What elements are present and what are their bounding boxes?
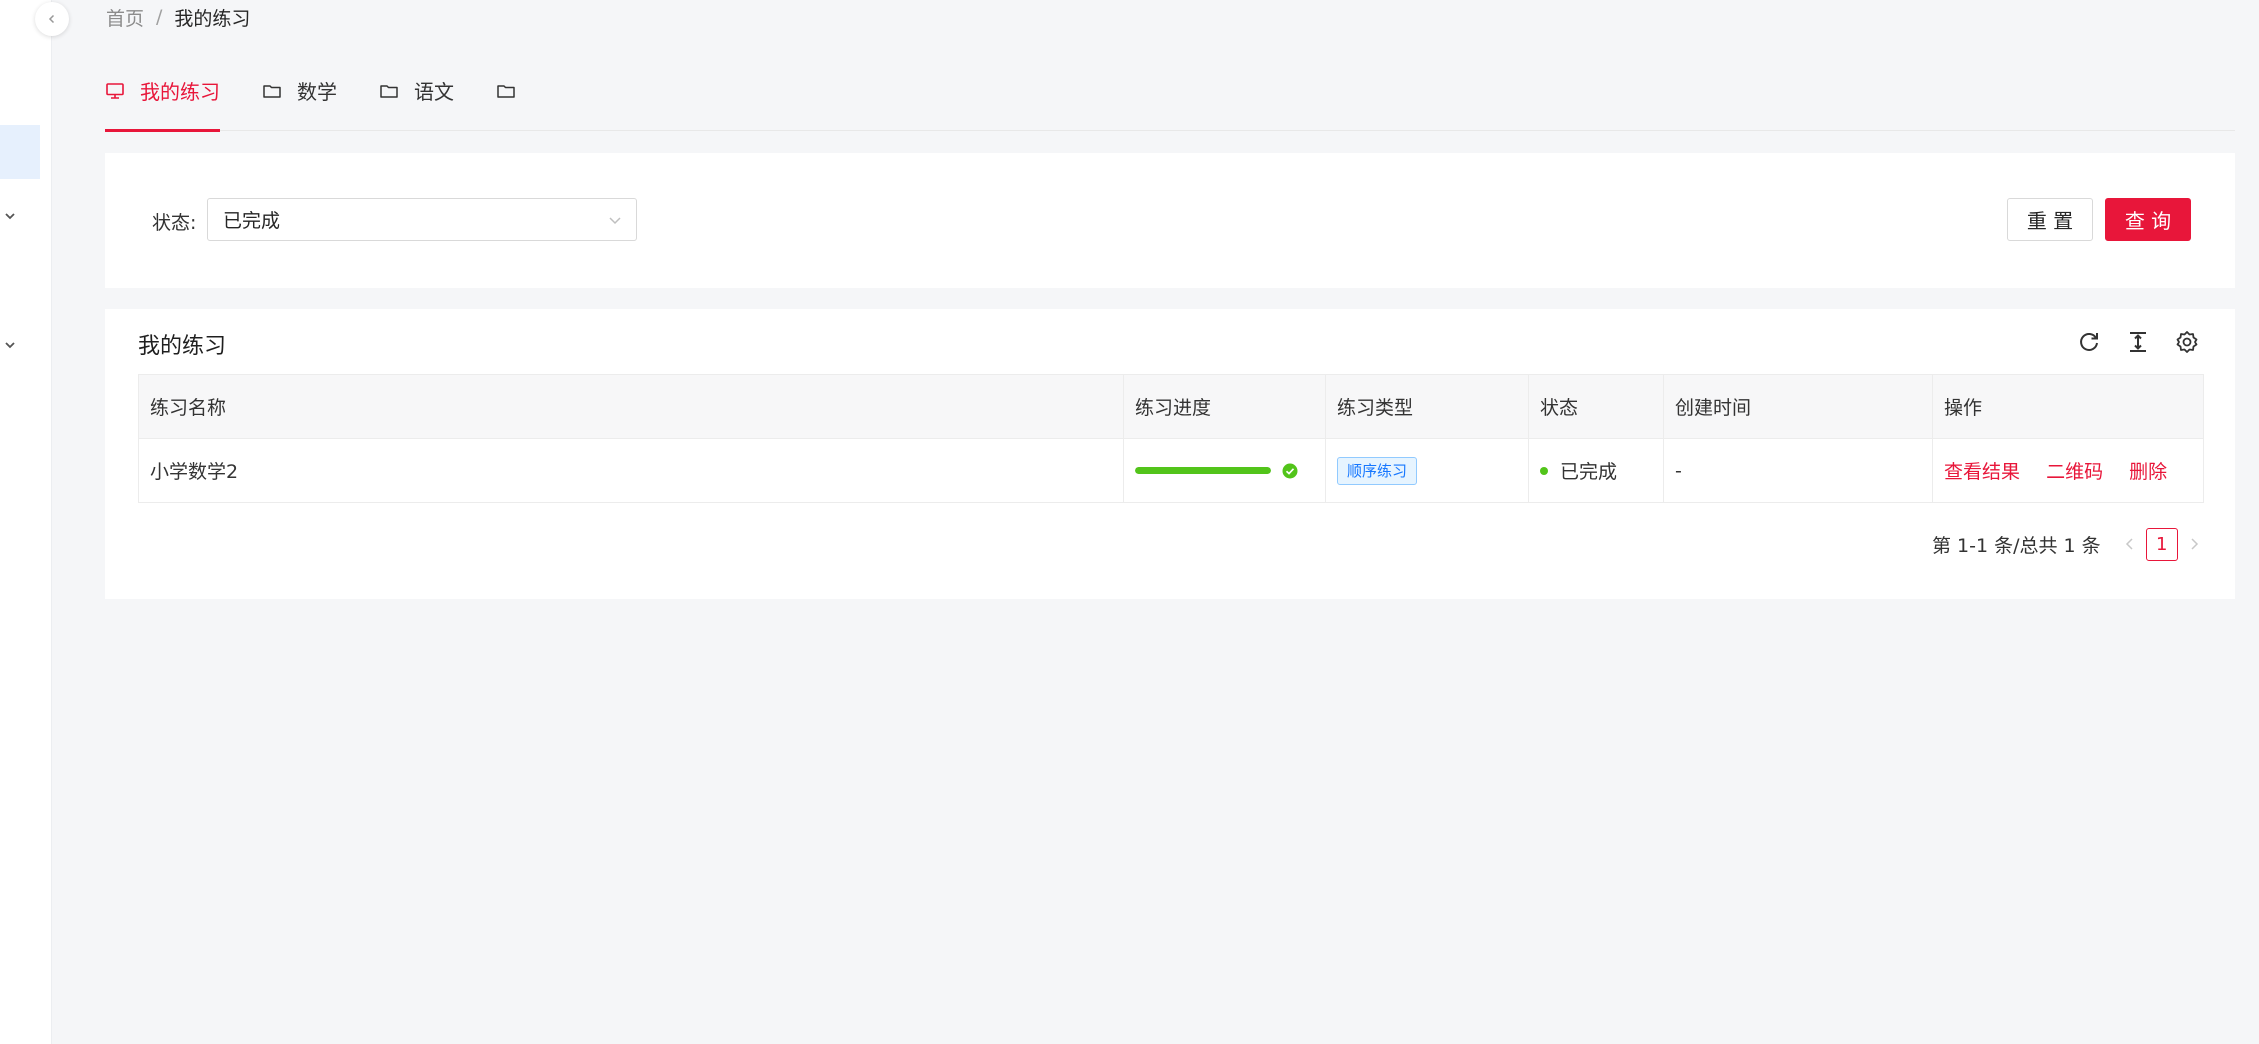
reload-icon[interactable] [2076,329,2102,355]
tab-label: 数学 [297,80,337,104]
prev-page-icon[interactable] [2120,534,2140,554]
tab-chinese[interactable]: 语文 [379,70,454,131]
breadcrumb: 首页 / 我的练习 [106,4,250,30]
created-time: - [1663,438,1933,503]
column-header-progress: 练习进度 [1123,374,1326,439]
table-header-row: 练习名称 练习进度 练习类型 状态 创建时间 操作 [138,374,2204,439]
table-title: 我的练习 [138,334,227,359]
tab-label: 语文 [414,80,454,104]
status-filter-label: 状态: [152,212,197,234]
status-text: 已完成 [1560,461,1618,483]
progress-cell [1123,438,1326,503]
column-header-type: 练习类型 [1325,374,1529,439]
column-header-actions: 操作 [1932,374,2204,439]
practice-table-card: 我的练习 练习名称 练习进度 练习类型 状态 创建时间 操作 小学数学2 顺序练… [105,309,2235,599]
folder-icon [263,84,281,98]
folder-icon [380,84,398,98]
tab-label: 我的练习 [140,80,220,104]
view-result-link[interactable]: 查看结果 [1944,461,2020,483]
pagination-total: 第 1-1 条/总共 1 条 [1932,534,2101,557]
chevron-down-icon[interactable] [2,208,18,224]
tab-my-practice[interactable]: 我的练习 [105,70,220,132]
breadcrumb-current: 我的练习 [174,7,251,30]
filter-panel: 状态: 已完成 重 置 查 询 [105,153,2235,288]
breadcrumb-separator: / [156,6,163,28]
check-circle-icon [1282,463,1298,478]
practice-name: 小学数学2 [138,438,1124,503]
delete-link[interactable]: 删除 [2129,461,2167,483]
sidebar-collapse-button[interactable] [35,2,69,36]
next-page-icon[interactable] [2184,534,2204,554]
practice-type-tag: 顺序练习 [1337,456,1418,485]
progress-fill [1135,467,1271,474]
tab-untitled[interactable] [496,70,531,131]
status-dot [1540,466,1548,475]
actions-cell: 查看结果 二维码 删除 [1932,438,2204,503]
status-badge: 已完成 [1540,457,1652,484]
page-number-current[interactable]: 1 [2145,527,2178,561]
status-select-value: 已完成 [223,210,281,232]
tab-math[interactable]: 数学 [262,70,337,131]
column-height-icon[interactable] [2125,329,2151,355]
sidebar [0,0,52,1044]
table-row: 小学数学2 顺序练习 已完成 - 查看结果 二维码 删除 [138,438,2204,503]
sidebar-active-item[interactable] [0,125,40,179]
practice-table: 练习名称 练习进度 练习类型 状态 创建时间 操作 小学数学2 顺序练习 已完成… [138,374,2204,503]
breadcrumb-home[interactable]: 首页 [106,4,144,31]
qr-code-link[interactable]: 二维码 [2046,461,2103,483]
progress-bar [1135,463,1314,479]
reset-button[interactable]: 重 置 [2007,198,2093,241]
column-header-name: 练习名称 [138,374,1124,439]
column-header-created: 创建时间 [1663,374,1933,439]
column-header-status: 状态 [1528,374,1664,439]
status-select[interactable]: 已完成 [207,198,637,241]
status-cell: 已完成 [1528,438,1664,503]
chevron-down-icon [609,217,621,225]
folder-icon [497,84,515,98]
type-cell: 顺序练习 [1325,438,1529,503]
tab-bar: 我的练习 数学 语文 [105,70,2235,132]
pagination: 第 1-1 条/总共 1 条 1 [1932,527,2210,561]
chevron-left-icon [48,14,55,24]
chevron-down-icon[interactable] [2,337,18,353]
query-button[interactable]: 查 询 [2105,198,2191,241]
settings-icon[interactable] [2174,329,2200,355]
progress-track [1135,467,1271,474]
monitor-icon [106,82,124,99]
